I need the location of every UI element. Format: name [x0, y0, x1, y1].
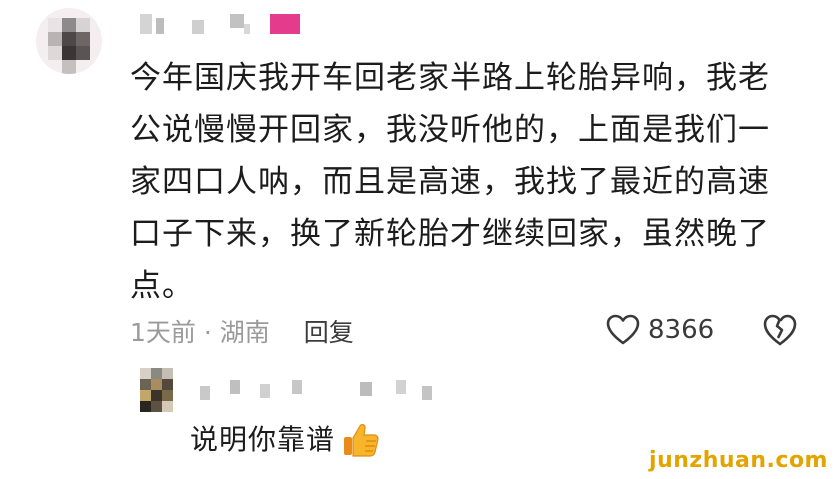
heart-outline-icon: [606, 314, 640, 345]
replier-avatar[interactable]: [140, 368, 174, 414]
like-count: 8366: [648, 315, 715, 345]
reply-button[interactable]: 回复: [304, 313, 354, 349]
thumbs-up-emoji-icon: [344, 424, 379, 457]
reply-comment: 说明你靠谱: [190, 420, 381, 460]
reply-text: 说明你靠谱: [190, 423, 336, 456]
site-watermark: junzhuan.com: [649, 448, 828, 473]
comment-meta: 1天前 · 湖南 回复: [130, 312, 354, 350]
broken-heart-icon[interactable]: [762, 312, 798, 348]
commenter-avatar[interactable]: [36, 8, 102, 74]
like-button[interactable]: 8366: [606, 310, 714, 350]
comment-text: 今年国庆我开车回老家半路上轮胎异响，我老公说慢慢开回家，我没听他的，上面是我们一…: [130, 60, 770, 304]
comment-time-location: 1天前 · 湖南: [130, 318, 270, 347]
